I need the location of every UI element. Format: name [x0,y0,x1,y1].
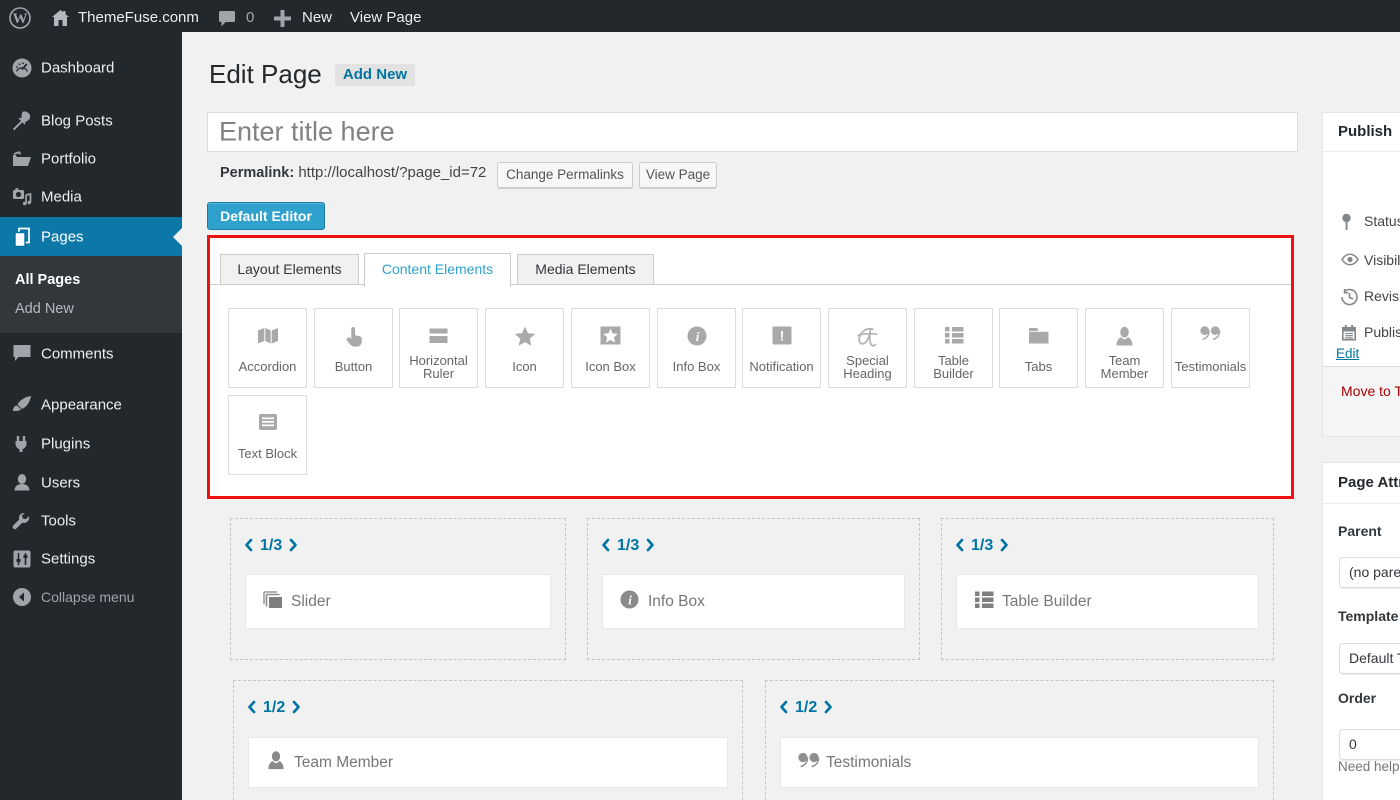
svg-text:W: W [13,11,28,27]
svg-text:!: ! [779,328,784,344]
svg-text:i: i [628,592,632,607]
svg-text:i: i [695,329,699,344]
